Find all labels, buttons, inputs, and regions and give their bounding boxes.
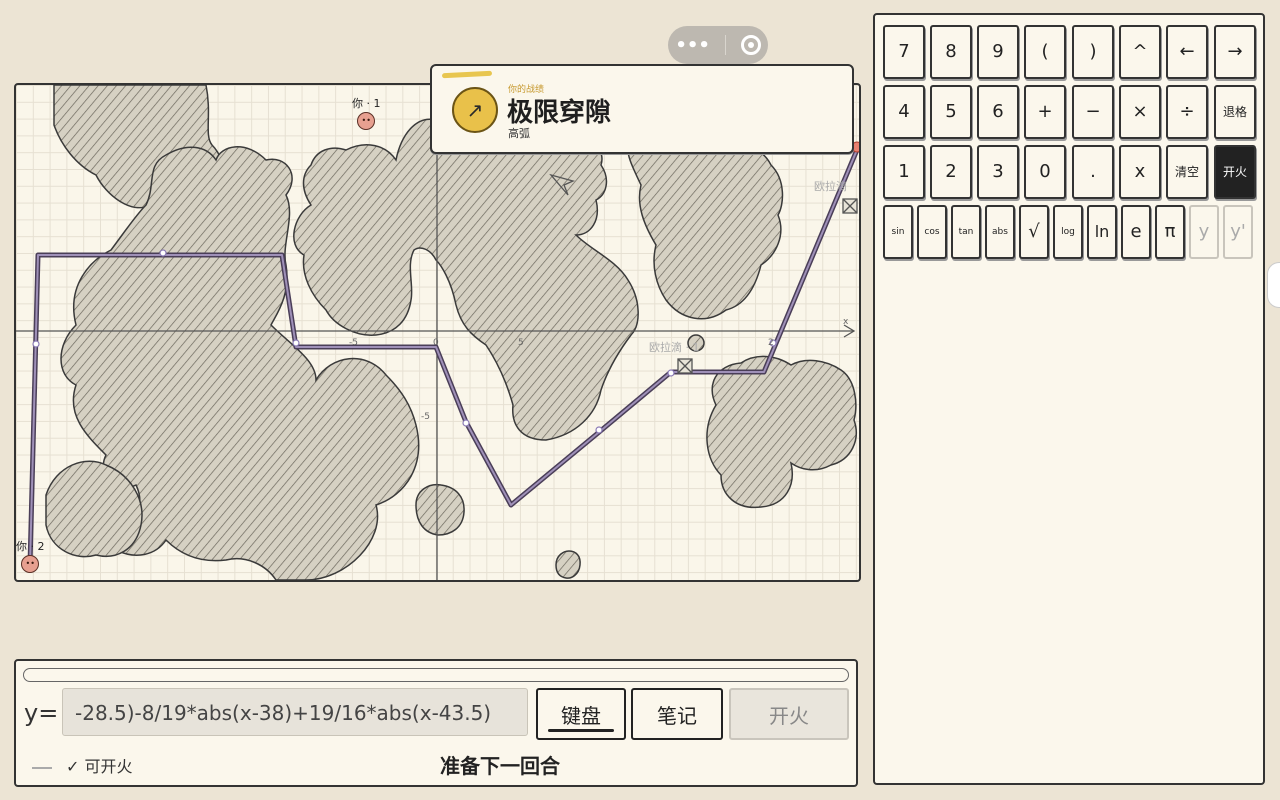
- y-equals-label: y=: [24, 699, 59, 727]
- fire-status: ✓ 可开火: [32, 753, 133, 777]
- arrow-up-right-icon: ↗: [452, 87, 498, 133]
- game-board[interactable]: -5 0 5 2 -5 x 欧拉滴 欧拉滴 · 1 你 · 1 •• 你 · 2…: [14, 83, 861, 582]
- mini-program-capsule: •••: [668, 26, 768, 64]
- key-left-arrow[interactable]: ←: [1166, 25, 1208, 79]
- key-3[interactable]: 3: [977, 145, 1019, 199]
- key-sin[interactable]: sin: [883, 205, 913, 259]
- player-marker: 你 · 2 ••: [16, 538, 45, 573]
- key-e[interactable]: e: [1121, 205, 1151, 259]
- obstacle-cloud: [555, 550, 581, 579]
- key-minus[interactable]: −: [1072, 85, 1114, 139]
- key-sqrt[interactable]: √: [1019, 205, 1049, 259]
- key-backspace[interactable]: 退格: [1214, 85, 1256, 139]
- tick-label: 5: [518, 338, 524, 348]
- waypoint: [292, 339, 300, 347]
- key-fire[interactable]: 开火: [1214, 145, 1256, 199]
- key-7[interactable]: 7: [883, 25, 925, 79]
- key-power[interactable]: ^: [1119, 25, 1161, 79]
- target-icon[interactable]: [740, 35, 761, 55]
- player-marker: 你 · 1 ••: [352, 95, 381, 130]
- achievement-subtitle: 高弧: [508, 127, 530, 140]
- more-dots-icon[interactable]: •••: [675, 35, 710, 56]
- key-close-paren[interactable]: ): [1072, 25, 1114, 79]
- tick-label: 2: [768, 338, 774, 348]
- obstacles: [45, 85, 857, 580]
- tick-label: 0: [433, 338, 439, 348]
- key-decimal[interactable]: .: [1072, 145, 1114, 199]
- player-label: 你 · 2: [16, 540, 45, 553]
- progress-bar: [23, 668, 849, 682]
- player-face-icon: ••: [357, 112, 376, 130]
- key-1[interactable]: 1: [883, 145, 925, 199]
- key-4[interactable]: 4: [883, 85, 925, 139]
- key-pi[interactable]: π: [1155, 205, 1185, 259]
- waypoint: [595, 426, 603, 434]
- obstacle-cloud: [706, 355, 857, 509]
- input-panel: y= -28.5)-8/19*abs(x-38)+19/16*abs(x-43.…: [14, 659, 858, 787]
- fire-button[interactable]: 开火: [729, 688, 849, 740]
- key-y[interactable]: y: [1189, 205, 1219, 259]
- side-drawer-handle[interactable]: [1267, 262, 1280, 308]
- player-face-icon: ••: [21, 555, 40, 573]
- key-ln[interactable]: ln: [1087, 205, 1117, 259]
- round-status: 准备下一回合: [440, 754, 560, 778]
- obstacle-cloud: [415, 483, 465, 536]
- key-right-arrow[interactable]: →: [1214, 25, 1256, 79]
- achievement-toast: ↗ 你的战绩 极限穿隙 高弧: [430, 64, 854, 154]
- key-x[interactable]: x: [1119, 145, 1161, 199]
- key-open-paren[interactable]: (: [1024, 25, 1066, 79]
- key-2[interactable]: 2: [930, 145, 972, 199]
- key-divide[interactable]: ÷: [1166, 85, 1208, 139]
- obstacle-cloud: [626, 136, 784, 320]
- key-6[interactable]: 6: [977, 85, 1019, 139]
- fire-status-label: ✓ 可开火: [66, 757, 133, 776]
- key-8[interactable]: 8: [930, 25, 972, 79]
- key-log[interactable]: log: [1053, 205, 1083, 259]
- board-drawing: -5 0 5 2 -5 x 欧拉滴 欧拉滴 · 1: [16, 85, 859, 580]
- key-0[interactable]: 0: [1024, 145, 1066, 199]
- capsule-divider: [724, 35, 726, 55]
- waypoint: [159, 249, 167, 257]
- formula-input[interactable]: -28.5)-8/19*abs(x-38)+19/16*abs(x-43.5): [62, 688, 528, 736]
- key-tan[interactable]: tan: [951, 205, 981, 259]
- key-cos[interactable]: cos: [917, 205, 947, 259]
- waypoint: [667, 369, 675, 377]
- notes-button[interactable]: 笔记: [631, 688, 723, 740]
- highlight-swash: [441, 70, 493, 79]
- active-underline: [548, 729, 614, 732]
- key-plus[interactable]: +: [1024, 85, 1066, 139]
- opponent-label: 欧拉滴: [814, 179, 847, 193]
- opponent-label: 欧拉滴 · 1: [649, 340, 700, 354]
- math-keypad: 7 8 9 ( ) ^ ← → 4 5 6 + − × ÷ 退格 1 2 3 0…: [873, 13, 1265, 785]
- tick-label: -5: [349, 338, 358, 348]
- keyboard-button-label: 键盘: [561, 704, 601, 728]
- achievement-title: 极限穿隙: [507, 98, 612, 128]
- x-axis-label: x: [843, 317, 849, 327]
- key-y-prime[interactable]: y': [1223, 205, 1253, 259]
- tick-label: -5: [421, 412, 430, 422]
- waypoint: [462, 419, 470, 427]
- keyboard-button[interactable]: 键盘: [536, 688, 626, 740]
- key-9[interactable]: 9: [977, 25, 1019, 79]
- key-multiply[interactable]: ×: [1119, 85, 1161, 139]
- key-clear[interactable]: 清空: [1166, 145, 1208, 199]
- status-dash: [32, 766, 52, 769]
- key-abs[interactable]: abs: [985, 205, 1015, 259]
- player-label: 你 · 1: [352, 97, 381, 110]
- waypoint: [32, 340, 40, 348]
- key-5[interactable]: 5: [930, 85, 972, 139]
